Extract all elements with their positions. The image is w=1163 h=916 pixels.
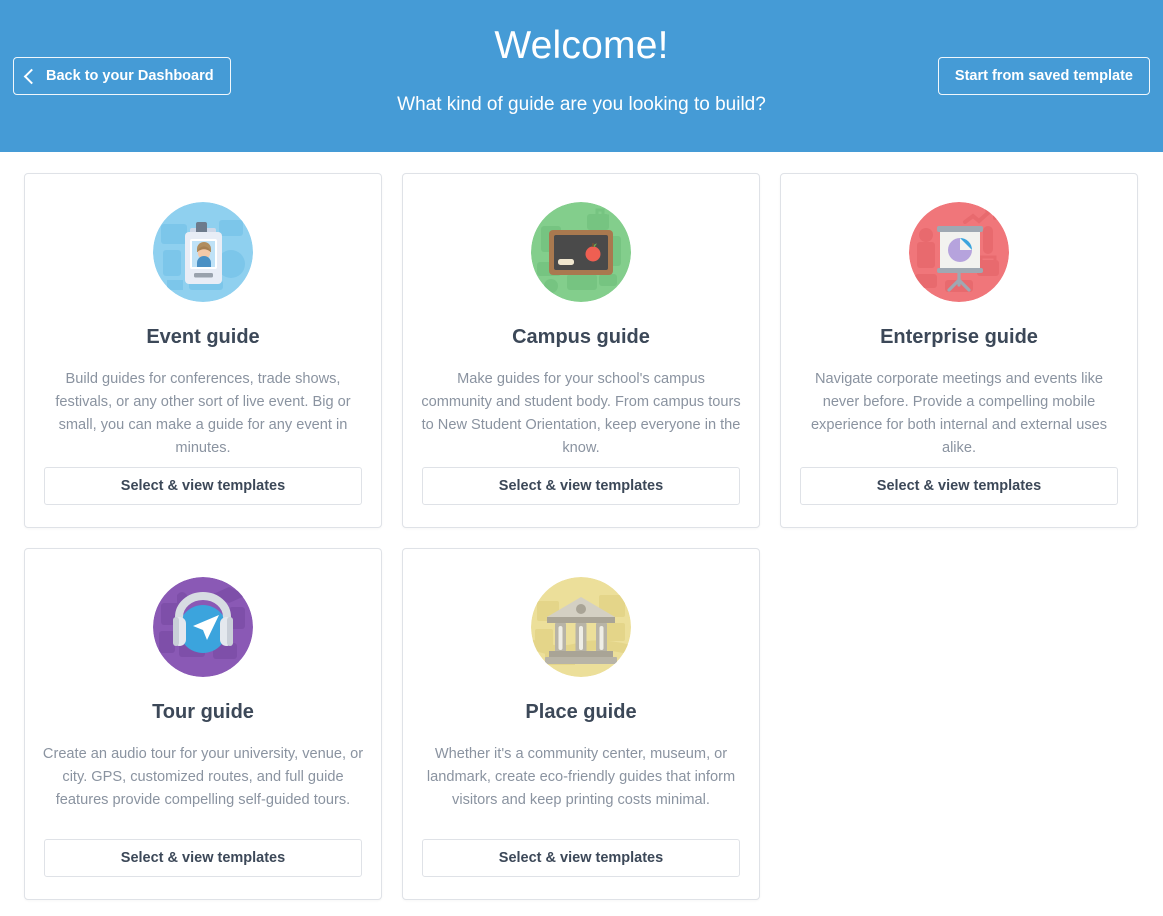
page-subtitle: What kind of guide are you looking to bu… <box>397 94 766 115</box>
guide-card-campus[interactable]: Campus guide Make guides for your school… <box>402 173 760 528</box>
select-view-templates-button[interactable]: Select & view templates <box>44 839 362 877</box>
presentation-chart-icon <box>909 202 1009 302</box>
start-from-saved-template-button[interactable]: Start from saved template <box>937 57 1150 95</box>
select-view-templates-button[interactable]: Select & view templates <box>44 467 362 505</box>
back-to-dashboard-button[interactable]: Back to your Dashboard <box>13 57 231 95</box>
guide-card-title: Event guide <box>146 326 260 348</box>
select-view-templates-button[interactable]: Select & view templates <box>422 467 740 505</box>
headphones-navigation-icon <box>153 577 253 677</box>
guide-card-description: Whether it's a community center, museum,… <box>426 746 736 808</box>
guide-card-title: Place guide <box>525 701 637 723</box>
guide-card-description: Make guides for your school's campus com… <box>421 371 741 456</box>
guide-card-event[interactable]: Event guide Build guides for conferences… <box>24 173 382 528</box>
guide-type-grid: Event guide Build guides for conferences… <box>0 152 1163 900</box>
guide-card-place[interactable]: Place guide Whether it's a community cen… <box>402 548 760 900</box>
chalkboard-icon <box>531 202 631 302</box>
guide-card-tour[interactable]: Tour guide Create an audio tour for your… <box>24 548 382 900</box>
guide-card-enterprise[interactable]: Enterprise guide Navigate corporate meet… <box>780 173 1138 528</box>
guide-card-title: Campus guide <box>512 326 650 348</box>
select-view-templates-button[interactable]: Select & view templates <box>422 839 740 877</box>
start-from-saved-template-label: Start from saved template <box>954 68 1133 84</box>
guide-card-description: Build guides for conferences, trade show… <box>55 371 351 456</box>
guide-card-description: Navigate corporate meetings and events l… <box>810 371 1108 456</box>
guide-card-title: Tour guide <box>152 701 254 723</box>
museum-building-icon <box>531 577 631 677</box>
page-header: Welcome! What kind of guide are you look… <box>0 0 1163 152</box>
id-badge-icon <box>153 202 253 302</box>
select-view-templates-button[interactable]: Select & view templates <box>800 467 1118 505</box>
back-to-dashboard-label: Back to your Dashboard <box>46 68 214 84</box>
guide-card-description: Create an audio tour for your university… <box>42 746 364 808</box>
chevron-left-icon <box>23 68 40 84</box>
guide-card-title: Enterprise guide <box>880 326 1038 348</box>
